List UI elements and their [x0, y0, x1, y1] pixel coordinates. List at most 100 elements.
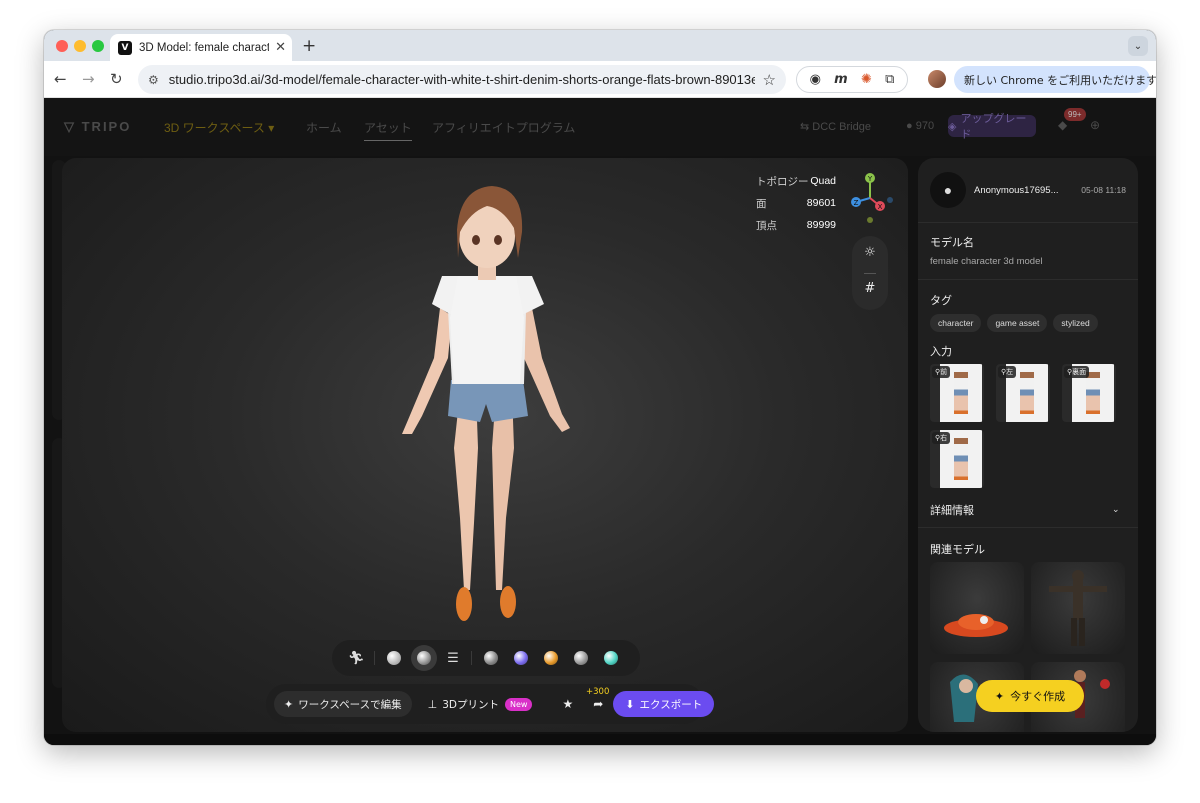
chrome-update-button[interactable]: 新しい Chrome をご利用いただけます ⋮ [954, 66, 1156, 93]
mesh-stats: トポロジー Quad 面 89601 頂点 89999 [756, 170, 836, 236]
tag-chip[interactable]: character [930, 314, 982, 332]
site-settings-icon[interactable]: ⚙ [148, 73, 159, 87]
globe-icon[interactable]: ⊕ [1090, 118, 1100, 132]
tag-list: character game asset stylized [930, 314, 1104, 332]
input-image-front[interactable]: ⚲ 前 [930, 364, 984, 422]
material-swatch-purple[interactable] [514, 651, 528, 665]
edit-in-workspace-label: ワークスペースで編集 [298, 698, 402, 711]
material-swatch-teal[interactable] [604, 651, 618, 665]
address-bar[interactable]: ⚙ studio.tripo3d.ai/3d-model/female-char… [138, 65, 786, 94]
related-model-card[interactable] [1031, 562, 1125, 654]
grid-icon[interactable]: # [852, 281, 888, 296]
new-badge: New [505, 697, 533, 711]
reload-icon[interactable]: ↻ [110, 70, 123, 88]
material-swatch-gray[interactable] [484, 651, 498, 665]
svg-text:Y: Y [867, 175, 873, 183]
nav-affiliate[interactable]: アフィリエイトプログラム [432, 119, 575, 136]
divider [918, 279, 1138, 280]
tripo-favicon-icon: V [118, 40, 132, 55]
input-image-left[interactable]: ⚲ 左 [996, 364, 1050, 422]
input-image-right[interactable]: ⚲ 右 [930, 430, 984, 488]
workspace-menu[interactable]: 3D ワークスペース ▾ [164, 119, 274, 136]
m-extension-icon[interactable]: m [834, 72, 848, 87]
input-image-back[interactable]: ⚲ 裏面 [1062, 364, 1116, 422]
edit-in-workspace-button[interactable]: ✦ ワークスペースで編集 [274, 691, 412, 717]
material-swatch-silver[interactable] [574, 651, 588, 665]
browser-window: V 3D Model: female character w ✕ + ⌄ ← →… [44, 30, 1156, 745]
extensions-group: ◉ m ✺ ⧉ [796, 66, 908, 93]
3d-print-button[interactable]: ⊥ 3Dプリント New [428, 697, 533, 712]
material-swatch-gold[interactable] [544, 651, 558, 665]
profile-avatar[interactable] [928, 70, 946, 88]
bookmark-star-icon[interactable]: ☆ [763, 71, 776, 89]
animation-runner-icon[interactable]: 🏃︎ [348, 651, 365, 666]
textured-shading-button[interactable] [411, 645, 437, 671]
tags-heading: タグ [930, 295, 952, 307]
tripo-logo[interactable]: ▽ TRIPO [64, 119, 131, 135]
favorite-star-icon[interactable]: ★ [562, 697, 573, 711]
divider [918, 222, 1138, 223]
view-label: ⚲ 右 [932, 432, 951, 444]
create-now-label: 今すぐ作成 [1010, 691, 1066, 703]
model-viewer[interactable]: トポロジーQuad 面89601 頂点89999 Y Z X ☼ # 🏃︎ [62, 158, 908, 732]
close-window-button[interactable] [56, 40, 68, 52]
divider [471, 651, 472, 665]
author-row: ● Anonymous17695... 05-08 11:18 [930, 170, 1126, 210]
tab-search-button[interactable]: ⌄ [1128, 36, 1148, 56]
details-toggle[interactable]: 詳細情報 [930, 502, 974, 518]
notification-badge: 99+ [1064, 108, 1086, 121]
created-date: 05-08 11:18 [1081, 185, 1126, 195]
chevron-down-icon[interactable]: ⌄ [1112, 504, 1120, 515]
clay-shading-icon[interactable] [387, 651, 401, 665]
bell-icon[interactable]: ◆ [1058, 118, 1067, 132]
minimize-window-button[interactable] [74, 40, 86, 52]
model-name-heading: モデル名 [930, 237, 974, 249]
nav-assets[interactable]: アセット [364, 119, 412, 141]
stat-vertices: 頂点 89999 [756, 219, 836, 232]
maximize-window-button[interactable] [92, 40, 104, 52]
model-name-value: female character 3d model [930, 256, 1043, 267]
viewer-side-controls: ☼ # [852, 236, 888, 310]
dcc-bridge-button[interactable]: ⇆ DCC Bridge [800, 120, 871, 133]
background-strip [44, 734, 1156, 745]
axis-gizmo-icon[interactable]: Y Z X [844, 172, 896, 228]
view-label: ⚲ 左 [998, 366, 1017, 378]
user-avatar-icon[interactable]: ● [930, 172, 966, 208]
share-arrow-icon[interactable]: ➦ [593, 697, 603, 711]
tab-bar: V 3D Model: female character w ✕ + ⌄ [44, 30, 1156, 61]
stat-faces: 面 89601 [756, 197, 836, 210]
create-now-button[interactable]: ✦ 今すぐ作成 [976, 680, 1084, 712]
export-button[interactable]: ⬇ エクスポート [613, 691, 715, 717]
credits-counter[interactable]: ● 970 [906, 120, 934, 132]
upgrade-button[interactable]: ◈ アップグレード [948, 113, 1036, 141]
view-label: ⚲ 裏面 [1064, 366, 1090, 378]
stat-topology: トポロジー Quad [756, 175, 836, 188]
sparkle-icon: ✦ [284, 697, 294, 711]
model-info-panel: ● Anonymous17695... 05-08 11:18 モデル名 fem… [918, 158, 1138, 732]
tag-chip[interactable]: stylized [1053, 314, 1098, 332]
url-text[interactable]: studio.tripo3d.ai/3d-model/female-charac… [169, 72, 755, 87]
3d-print-label: 3Dプリント [442, 698, 500, 711]
action-bar: ✦ ワークスペースで編集 ⊥ 3Dプリント New ★ ➦ +300 ⬇ エクスポート [266, 684, 715, 724]
adjust-sliders-icon[interactable]: ☰ [445, 651, 461, 666]
divider [864, 273, 876, 274]
lighting-icon[interactable]: ☼ [852, 245, 888, 260]
material-bar: 🏃︎ ☰ [332, 640, 640, 676]
related-heading: 関連モデル [930, 544, 985, 556]
close-tab-icon[interactable]: ✕ [275, 40, 286, 55]
back-arrow-icon[interactable]: ← [54, 70, 67, 88]
sparkle-extension-icon[interactable]: ✺ [861, 72, 872, 87]
camera-icon[interactable]: ◉ [810, 72, 821, 87]
related-model-card[interactable] [930, 562, 1024, 654]
svg-text:Z: Z [854, 199, 859, 207]
divider [374, 651, 375, 665]
tag-chip[interactable]: game asset [987, 314, 1048, 332]
textured-shading-icon [417, 651, 431, 665]
forward-arrow-icon[interactable]: → [82, 70, 95, 88]
puzzle-icon[interactable]: ⧉ [885, 72, 894, 87]
export-label: エクスポート [639, 698, 703, 711]
browser-tab[interactable]: V 3D Model: female character w ✕ [110, 34, 292, 61]
nav-home[interactable]: ホーム [306, 119, 342, 136]
author-name[interactable]: Anonymous17695... [974, 185, 1075, 196]
new-tab-button[interactable]: + [302, 36, 316, 56]
